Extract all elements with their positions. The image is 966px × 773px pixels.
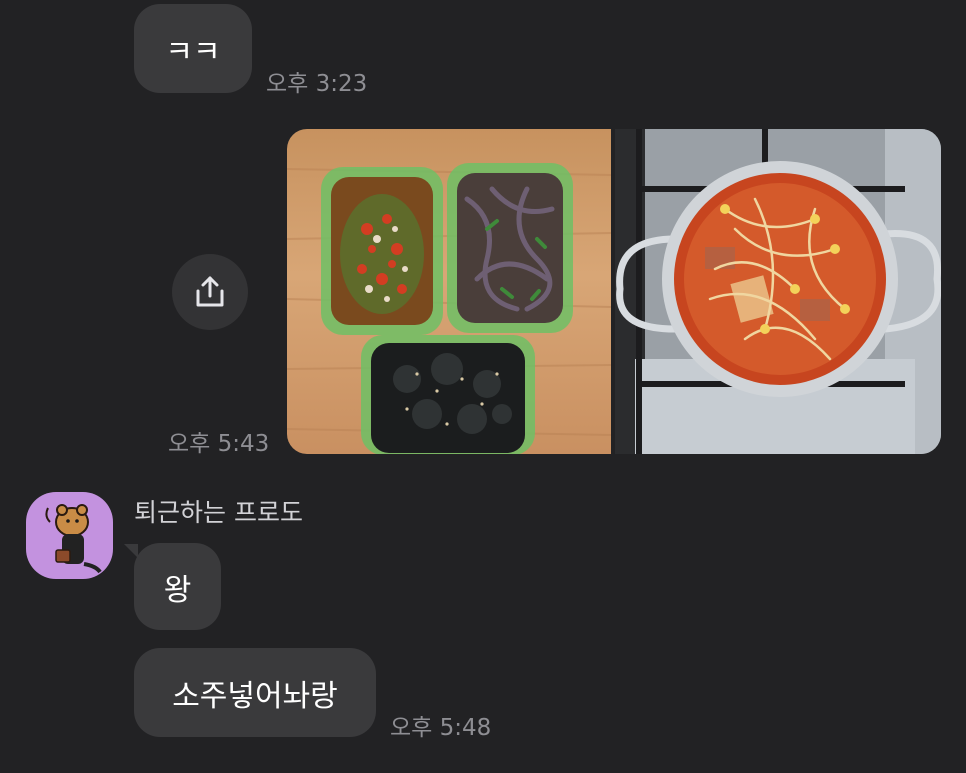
message-timestamp: 오후 3:23 bbox=[266, 71, 368, 97]
frodo-avatar-icon bbox=[45, 504, 102, 574]
bubble-tail bbox=[124, 544, 138, 558]
share-icon bbox=[196, 276, 224, 307]
stew-photo-image bbox=[615, 129, 941, 454]
photo-banchan[interactable] bbox=[287, 129, 611, 454]
banchan-photo-image bbox=[287, 163, 611, 454]
photo-stew[interactable] bbox=[615, 129, 941, 454]
share-button[interactable] bbox=[172, 254, 248, 330]
avatar[interactable] bbox=[26, 492, 113, 579]
message-bubble-soju[interactable]: 소주넣어놔랑 bbox=[134, 648, 376, 737]
sender-name: 퇴근하는 프로도 bbox=[134, 498, 303, 527]
message-bubble-wang[interactable]: 왕 bbox=[134, 543, 221, 630]
message-text: 소주넣어놔랑 bbox=[172, 678, 338, 714]
message-timestamp: 오후 5:48 bbox=[390, 715, 492, 741]
message-text: ㅋㅋ bbox=[165, 34, 221, 70]
message-bubble-kk[interactable]: ㅋㅋ bbox=[134, 4, 252, 93]
photo-timestamp: 오후 5:43 bbox=[168, 431, 270, 457]
message-text: 왕 bbox=[163, 572, 192, 608]
